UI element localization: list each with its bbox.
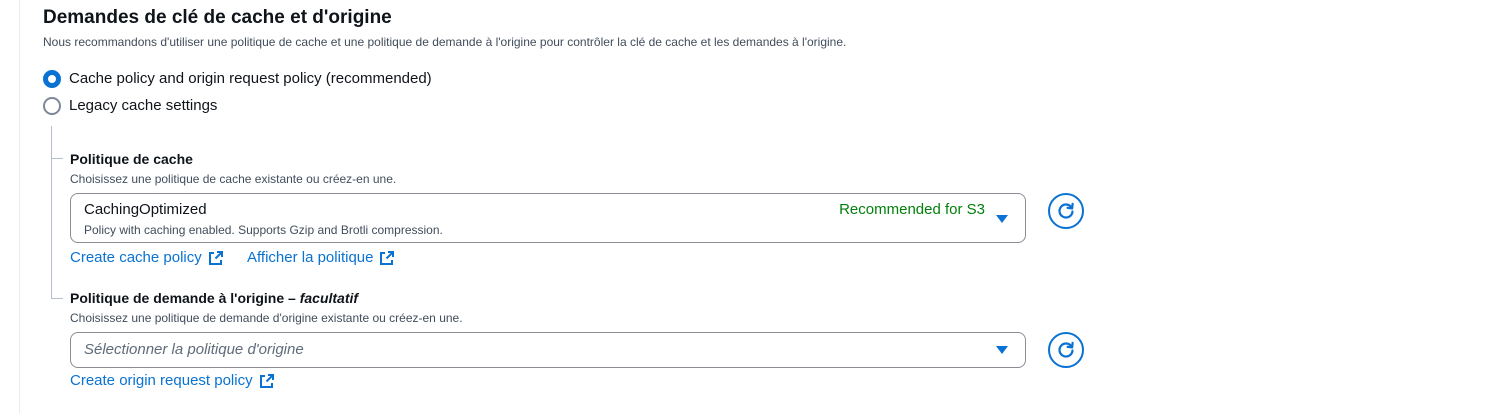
label-text: Politique de demande à l'origine – bbox=[70, 290, 300, 306]
radio-button-unchecked[interactable] bbox=[43, 97, 61, 115]
origin-request-policy-label: Politique de demande à l'origine – facul… bbox=[70, 289, 358, 307]
radio-option-cache-policy[interactable]: Cache policy and origin request policy (… bbox=[43, 69, 432, 89]
section-title: Demandes de clé de cache et d'origine bbox=[43, 7, 392, 28]
link-text: Create origin request policy bbox=[70, 372, 253, 389]
caret-down-icon bbox=[996, 215, 1008, 223]
link-text: Create cache policy bbox=[70, 249, 202, 266]
recommended-tag: Recommended for S3 bbox=[839, 201, 985, 218]
cache-policy-label: Politique de cache bbox=[70, 151, 193, 167]
left-border bbox=[19, 0, 20, 413]
refresh-icon bbox=[1058, 202, 1074, 219]
cache-policy-description: Choisissez une politique de cache exista… bbox=[70, 172, 397, 186]
select-value: CachingOptimized bbox=[84, 201, 207, 218]
view-policy-link[interactable]: Afficher la politique bbox=[247, 249, 395, 267]
refresh-button[interactable] bbox=[1048, 332, 1084, 368]
radio-option-legacy-cache[interactable]: Legacy cache settings bbox=[43, 96, 217, 116]
create-origin-request-policy-link[interactable]: Create origin request policy bbox=[70, 372, 275, 390]
external-link-icon bbox=[208, 251, 223, 265]
radio-label: Cache policy and origin request policy (… bbox=[69, 70, 432, 87]
tree-connector-tick bbox=[51, 158, 63, 159]
tree-connector-line bbox=[51, 126, 52, 299]
select-value-description: Policy with caching enabled. Supports Gz… bbox=[84, 223, 443, 237]
external-link-icon bbox=[380, 251, 395, 265]
link-text: Afficher la politique bbox=[247, 249, 374, 266]
origin-request-policy-description: Choisissez une politique de demande d'or… bbox=[70, 311, 463, 325]
select-placeholder: Sélectionner la politique d'origine bbox=[84, 341, 304, 358]
section-description: Nous recommandons d'utiliser une politiq… bbox=[43, 35, 847, 49]
external-link-icon bbox=[259, 374, 274, 388]
optional-label: facultatif bbox=[299, 290, 359, 306]
cache-policy-select[interactable]: CachingOptimized Policy with caching ena… bbox=[70, 193, 1026, 243]
refresh-button[interactable] bbox=[1048, 193, 1084, 229]
caret-down-icon bbox=[996, 346, 1008, 354]
create-cache-policy-link[interactable]: Create cache policy bbox=[70, 249, 224, 267]
radio-button-checked[interactable] bbox=[43, 70, 61, 88]
refresh-icon bbox=[1058, 341, 1074, 358]
tree-connector-tick bbox=[51, 298, 63, 299]
radio-label: Legacy cache settings bbox=[69, 97, 218, 114]
origin-request-policy-select[interactable]: Sélectionner la politique d'origine bbox=[70, 332, 1026, 368]
